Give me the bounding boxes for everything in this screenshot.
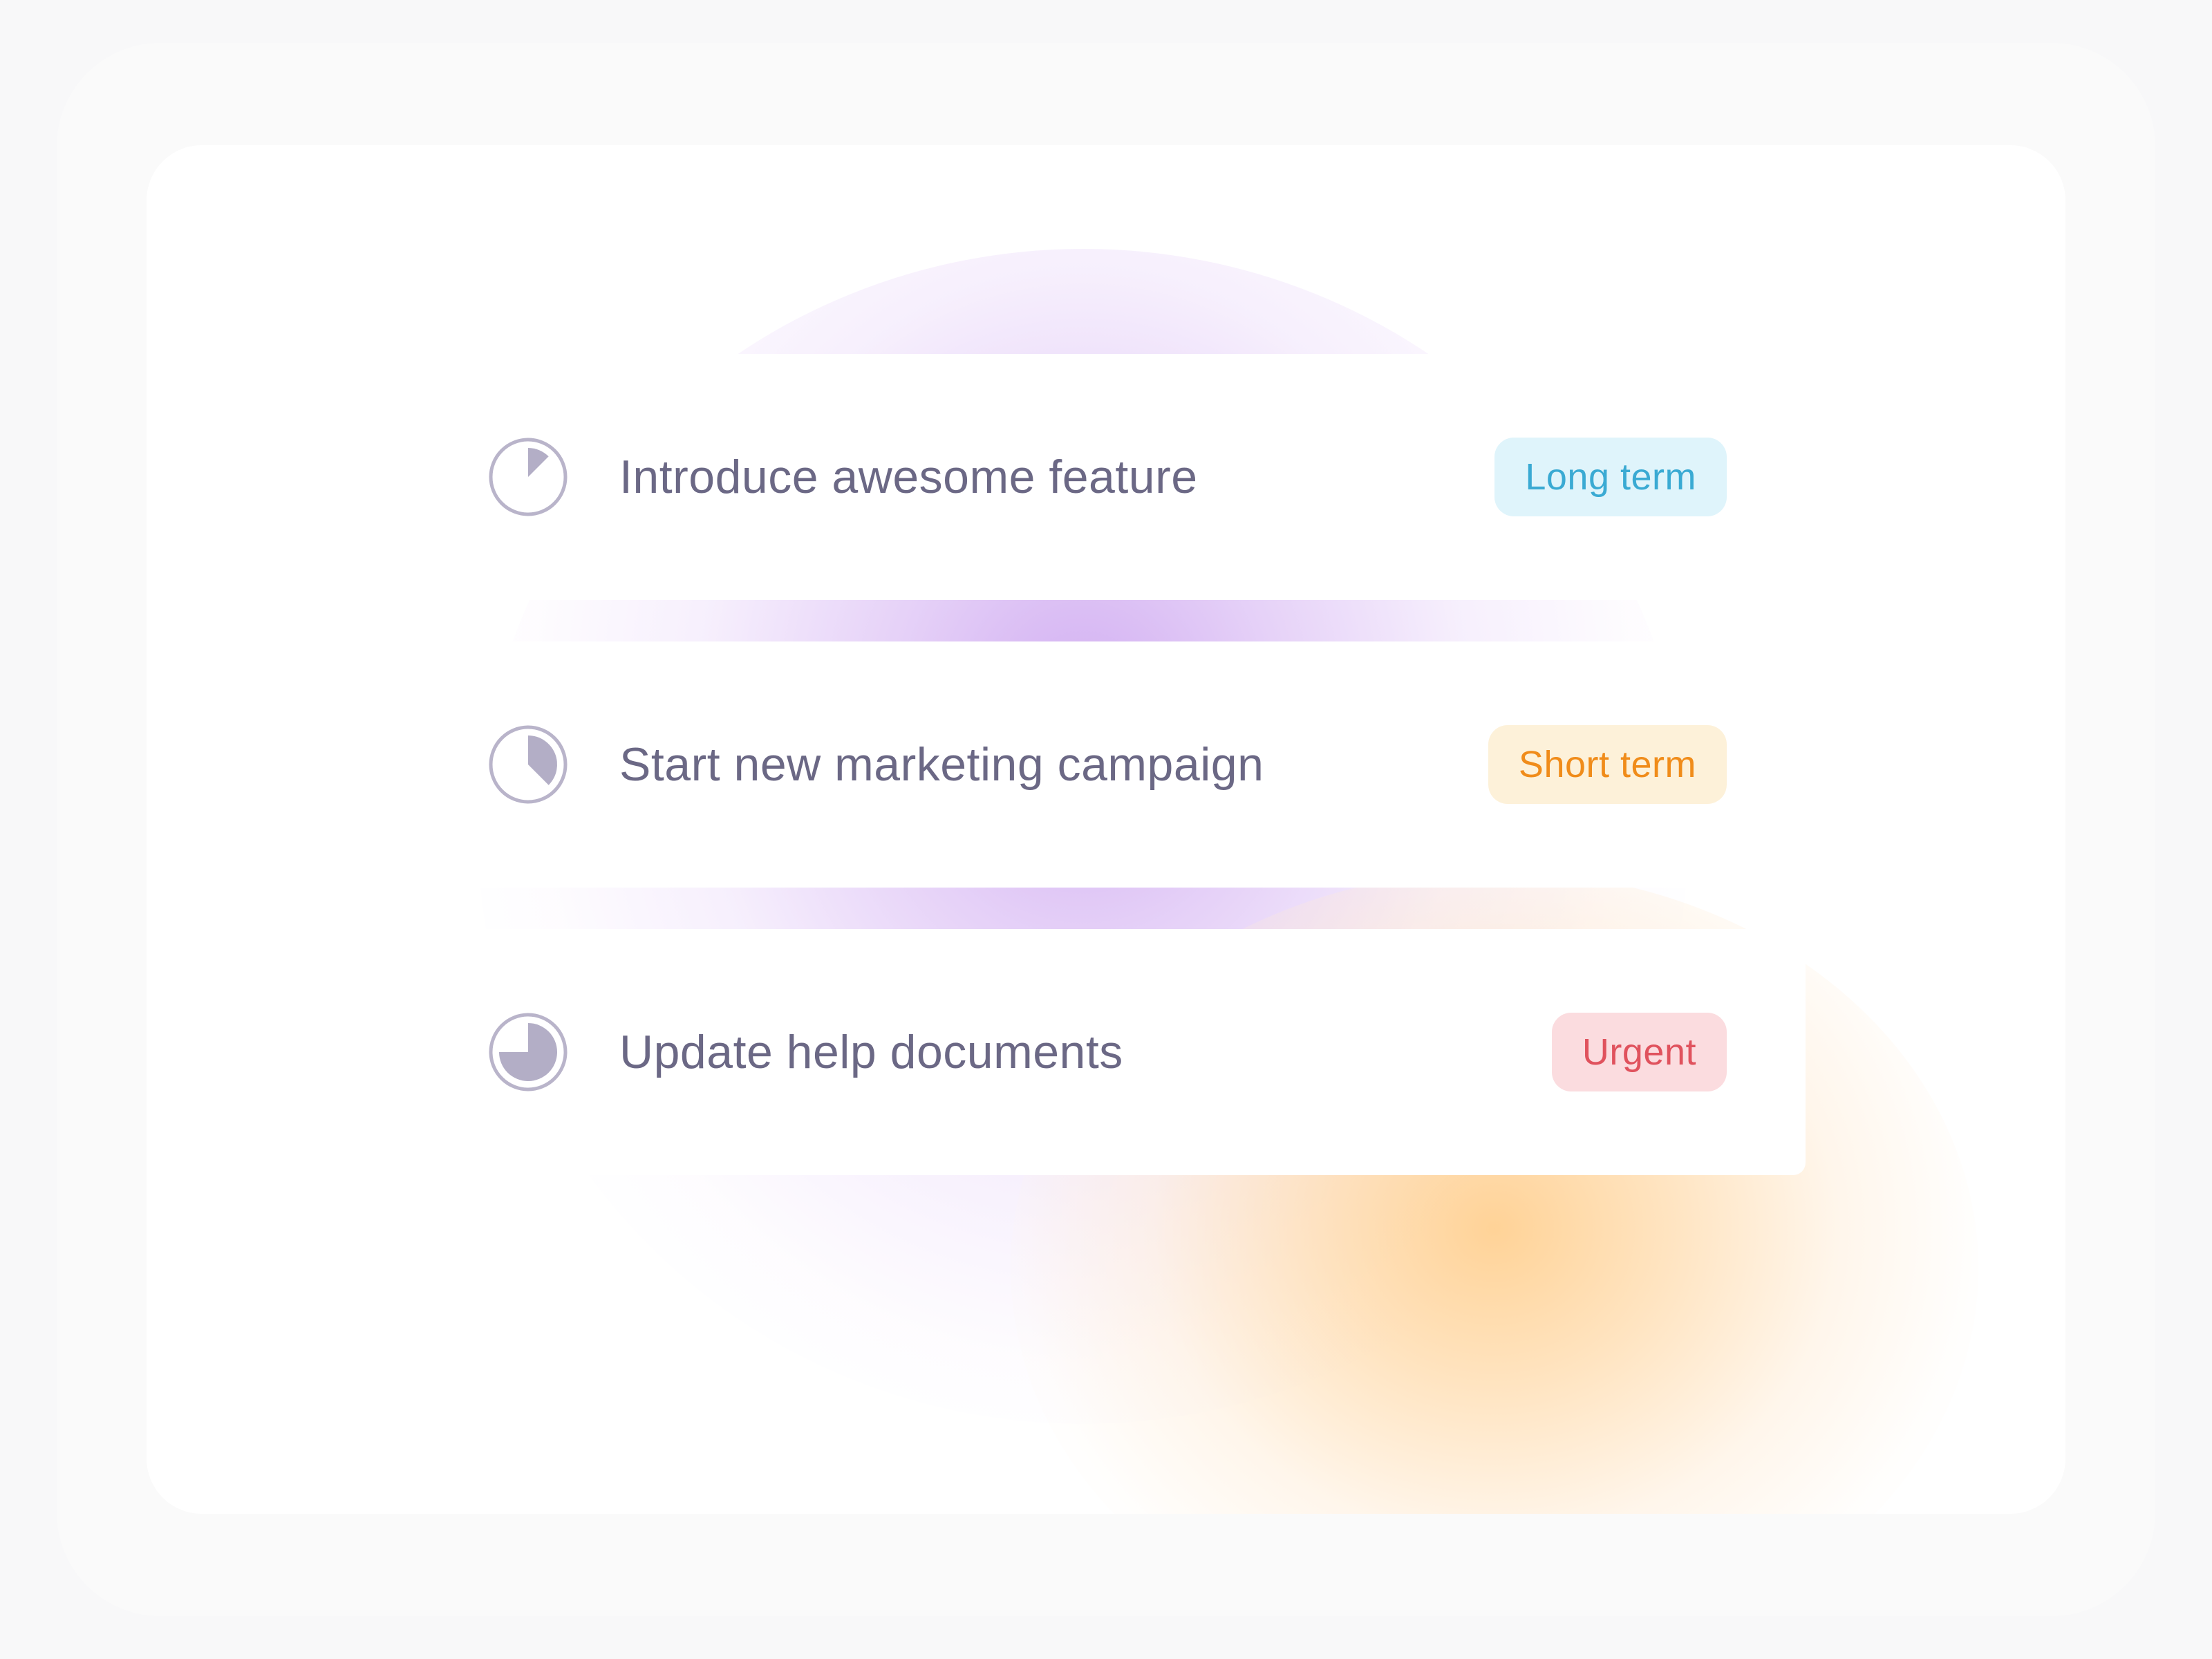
task-card-introduce-feature[interactable]: Introduce awesome feature Long term	[409, 354, 1806, 600]
progress-slice	[499, 1023, 557, 1081]
progress-slice	[528, 448, 549, 477]
tag-badge[interactable]: Urgent	[1551, 1013, 1727, 1091]
progress-pie-icon	[489, 1013, 568, 1091]
task-card-help-documents[interactable]: Update help documents Urgent	[409, 929, 1806, 1175]
task-title: Start new marketing campaign	[619, 738, 1264, 791]
progress-slice	[528, 735, 557, 785]
progress-pie-icon	[489, 725, 568, 804]
task-card-marketing-campaign[interactable]: Start new marketing campaign Short term	[409, 641, 1806, 888]
tag-badge[interactable]: Short term	[1488, 725, 1727, 804]
content-panel: Introduce awesome feature Long term Star…	[147, 145, 2065, 1514]
task-list: Introduce awesome feature Long term Star…	[409, 354, 1806, 1175]
task-title: Update help documents	[619, 1026, 1123, 1078]
tag-badge[interactable]: Long term	[1494, 438, 1727, 516]
task-title: Introduce awesome feature	[619, 451, 1198, 503]
progress-pie-icon	[489, 438, 568, 516]
